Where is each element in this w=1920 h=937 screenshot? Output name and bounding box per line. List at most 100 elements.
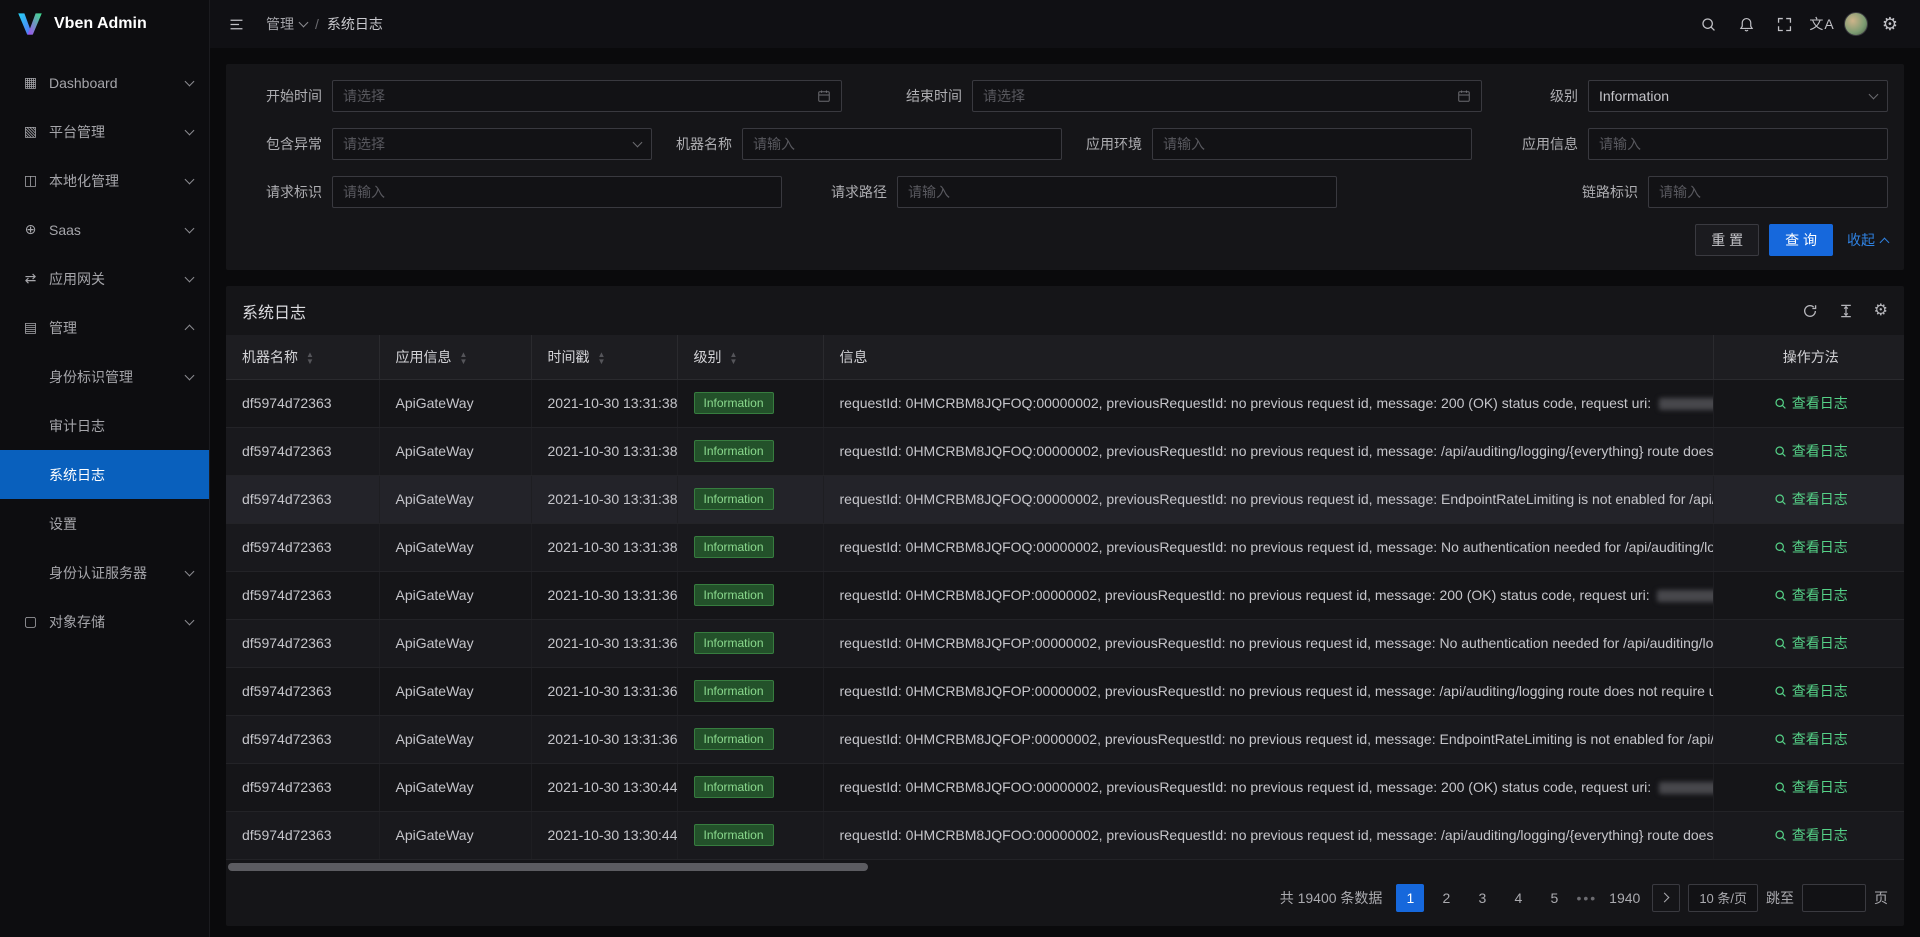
view-log-button[interactable]: 查看日志 (1774, 537, 1848, 557)
sidebar-item-身份认证服务器[interactable]: 身份认证服务器 (0, 548, 209, 597)
sidebar-item-对象存储[interactable]: ▢ 对象存储 (0, 597, 209, 646)
chevron-down-icon (185, 615, 195, 625)
table-row: df5974d72363ApiGateWay2021-10-30 13:30:4… (226, 763, 1904, 811)
search-icon[interactable] (1692, 8, 1724, 40)
query-button[interactable]: 查 询 (1769, 224, 1833, 256)
level-select[interactable]: Information (1588, 80, 1888, 112)
cell-timestamp: 2021-10-30 13:31:36 (531, 667, 677, 715)
sidebar-item-系统日志[interactable]: 系统日志 (0, 450, 209, 499)
reset-button[interactable]: 重 置 (1695, 224, 1759, 256)
collapse-toggle[interactable]: 收起 (1847, 230, 1888, 250)
next-page-button[interactable] (1652, 884, 1680, 912)
start-time-input[interactable] (332, 80, 842, 112)
scrollbar-thumb[interactable] (228, 863, 868, 871)
sidebar-item-身份标识管理[interactable]: 身份标识管理 (0, 352, 209, 401)
page-button-1[interactable]: 1 (1396, 884, 1424, 912)
fullscreen-icon[interactable] (1768, 8, 1800, 40)
logo[interactable]: Vben Admin (0, 0, 209, 48)
sidebar-item-平台管理[interactable]: ▧平台管理 (0, 107, 209, 156)
cell-actions: 查看日志 (1713, 427, 1904, 475)
language-translate-icon[interactable]: 文A (1806, 8, 1838, 40)
sort-icons[interactable]: ▲▼ (730, 351, 738, 365)
trace-id-input[interactable] (1648, 176, 1888, 208)
include-exception-select[interactable]: 请选择 (332, 128, 652, 160)
cell-level: Information (677, 475, 823, 523)
app-info-input[interactable] (1588, 128, 1888, 160)
request-path-label: 请求路径 (807, 182, 897, 202)
view-log-button[interactable]: 查看日志 (1774, 633, 1848, 653)
table-settings-gear-icon[interactable]: ⚙ (1874, 303, 1888, 319)
sidebar-item-label: 对象存储 (49, 612, 186, 632)
pagination: 共 19400 条数据 12345•••1940 10 条/页 跳至 页 (226, 872, 1904, 926)
filter-app-env: 应用环境 (1062, 128, 1472, 160)
page-jump: 跳至 页 (1766, 884, 1888, 912)
sort-icons[interactable]: ▲▼ (460, 351, 468, 365)
column-header-5: 信息 (823, 335, 1713, 379)
trace-id-label: 链路标识 (1558, 182, 1648, 202)
breadcrumb-root[interactable]: 管理 (266, 14, 307, 34)
sidebar-item-审计日志[interactable]: 审计日志 (0, 401, 209, 450)
chevron-up-icon (1880, 237, 1890, 247)
request-path-input[interactable] (897, 176, 1337, 208)
end-time-input[interactable] (972, 80, 1482, 112)
page-button-4[interactable]: 4 (1504, 884, 1532, 912)
column-height-icon[interactable] (1838, 303, 1854, 319)
sidebar-item-Saas[interactable]: ⊕Saas (0, 205, 209, 254)
cell-level: Information (677, 715, 823, 763)
view-log-button[interactable]: 查看日志 (1774, 681, 1848, 701)
sidebar-item-label: 管理 (49, 318, 186, 338)
view-log-button[interactable]: 查看日志 (1774, 777, 1848, 797)
filter-app-info: 应用信息 (1498, 128, 1888, 160)
sidebar-item-本地化管理[interactable]: ◫本地化管理 (0, 156, 209, 205)
sidebar-item-设置[interactable]: 设置 (0, 499, 209, 548)
cell-timestamp: 2021-10-30 13:31:36 (531, 571, 677, 619)
column-header-1[interactable]: 机器名称▲▼ (226, 335, 379, 379)
view-log-button[interactable]: 查看日志 (1774, 825, 1848, 845)
sidebar-item-应用网关[interactable]: ⇄应用网关 (0, 254, 209, 303)
sort-icons[interactable]: ▲▼ (306, 351, 314, 365)
page-button-1940[interactable]: 1940 (1605, 884, 1644, 912)
filter-row-1: 开始时间 结束时间 (242, 80, 1888, 112)
calendar-icon (1457, 89, 1471, 103)
table-row: df5974d72363ApiGateWay2021-10-30 13:31:3… (226, 523, 1904, 571)
page-button-5[interactable]: 5 (1540, 884, 1568, 912)
cell-level: Information (677, 523, 823, 571)
cell-actions: 查看日志 (1713, 811, 1904, 859)
log-table: 机器名称▲▼应用信息▲▼时间戳▲▼级别▲▼信息操作方法 df5974d72363… (226, 335, 1904, 860)
jump-prefix-label: 跳至 (1766, 888, 1794, 908)
sidebar-item-管理[interactable]: ▤管理 (0, 303, 209, 352)
sidebar-item-label: 本地化管理 (49, 171, 186, 191)
column-header-2[interactable]: 应用信息▲▼ (379, 335, 531, 379)
level-select-value: Information (1599, 88, 1862, 104)
header-right: 文A ⚙ (1692, 8, 1906, 40)
menu-fold-icon[interactable] (220, 8, 252, 40)
user-avatar[interactable] (1844, 12, 1868, 36)
table-row: df5974d72363ApiGateWay2021-10-30 13:31:3… (226, 571, 1904, 619)
view-log-button[interactable]: 查看日志 (1774, 393, 1848, 413)
app-env-input[interactable] (1152, 128, 1472, 160)
filter-panel: 开始时间 结束时间 (226, 64, 1904, 270)
column-header-3[interactable]: 时间戳▲▼ (531, 335, 677, 379)
view-log-button[interactable]: 查看日志 (1774, 585, 1848, 605)
notification-bell-icon[interactable] (1730, 8, 1762, 40)
sidebar-item-Dashboard[interactable]: ▦Dashboard (0, 58, 209, 107)
sort-icons[interactable]: ▲▼ (598, 351, 606, 365)
cell-level: Information (677, 667, 823, 715)
page-button-3[interactable]: 3 (1468, 884, 1496, 912)
refresh-icon[interactable] (1802, 303, 1818, 319)
cell-actions: 查看日志 (1713, 475, 1904, 523)
cell-message: requestId: 0HMCRBM8JQFOP:00000002, previ… (823, 571, 1713, 619)
page-ellipsis[interactable]: ••• (1576, 890, 1597, 906)
settings-gear-icon[interactable]: ⚙ (1874, 8, 1906, 40)
storage-icon: ▢ (22, 613, 39, 630)
page-size-select[interactable]: 10 条/页 (1688, 884, 1758, 912)
chevron-down-icon (185, 76, 195, 86)
view-log-button[interactable]: 查看日志 (1774, 489, 1848, 509)
jump-page-input[interactable] (1802, 884, 1866, 912)
page-button-2[interactable]: 2 (1432, 884, 1460, 912)
machine-name-input[interactable] (742, 128, 1062, 160)
column-header-4[interactable]: 级别▲▼ (677, 335, 823, 379)
view-log-button[interactable]: 查看日志 (1774, 441, 1848, 461)
view-log-button[interactable]: 查看日志 (1774, 729, 1848, 749)
request-id-input[interactable] (332, 176, 782, 208)
